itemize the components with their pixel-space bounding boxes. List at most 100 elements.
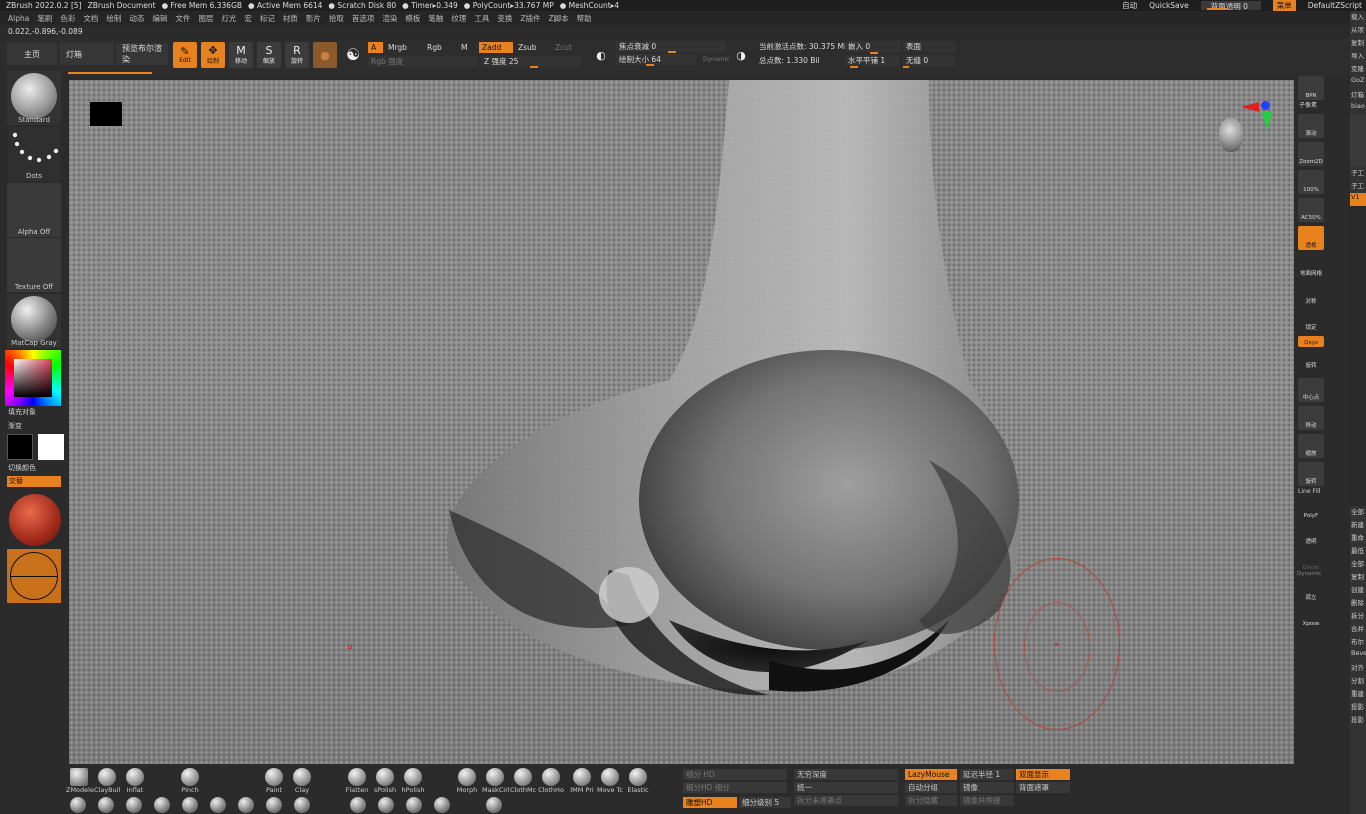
zcut-button[interactable]: Zcut (552, 42, 575, 53)
brush-row2-icon[interactable] (210, 797, 226, 813)
menu-brush[interactable]: 笔刷 (37, 13, 52, 24)
material-swatch-button[interactable]: ● (313, 42, 337, 68)
brush-move-topological[interactable]: Move Tc (597, 768, 623, 794)
brush-flatten[interactable]: Flatten (344, 768, 370, 794)
alternate-button[interactable]: 交替 (7, 476, 61, 487)
subtool-header[interactable]: 子工 (1350, 167, 1366, 180)
brush-inflate[interactable]: Inflat (122, 768, 148, 794)
scale-button[interactable]: S 缩放 (257, 42, 281, 68)
brush-hpolish[interactable]: hPolish (400, 768, 426, 794)
gradient-label[interactable]: 渐变 (8, 421, 22, 431)
menu-draw[interactable]: 绘制 (106, 13, 121, 24)
tool-lightbox[interactable]: 灯箱 (1350, 89, 1366, 102)
brush-row2-icon[interactable] (70, 797, 86, 813)
dynamic-view-label[interactable]: Dynamic (1297, 571, 1321, 577)
tool-goz[interactable]: GoZ (1350, 76, 1366, 89)
brush-row2-icon[interactable] (154, 797, 170, 813)
brush-slot[interactable]: Standard (7, 71, 61, 125)
m-button[interactable]: M (458, 42, 470, 53)
ghost-button[interactable]: Ghost (1298, 548, 1324, 572)
subtool-align[interactable]: 对齐 (1350, 662, 1366, 675)
dynamic-button[interactable]: Dynamic (700, 54, 732, 65)
brush-clay[interactable]: Clay (289, 768, 315, 794)
brush-imm-primitives[interactable]: IMM Pri (569, 768, 595, 794)
menu-zplugin[interactable]: Z插件 (520, 13, 540, 24)
brush-row2-icon[interactable] (350, 797, 366, 813)
center-point-button[interactable]: 中心点 (1298, 378, 1324, 402)
subtool-all-2[interactable]: 全部 (1350, 558, 1366, 571)
qxyz-button[interactable]: Qxyz (1298, 336, 1324, 347)
subdiv-level-slider[interactable]: 细分级别 5 (739, 797, 791, 808)
surface-button[interactable]: 表面 (903, 41, 955, 52)
rotate-button[interactable]: R 旋转 (285, 42, 309, 68)
menu-transform[interactable]: 变换 (497, 13, 512, 24)
auto-group-button[interactable]: 自动分组 (905, 782, 957, 793)
lazy-radius-slider[interactable]: 延迟半径 1 (960, 769, 1014, 780)
subtool-project[interactable]: 投影 (1350, 701, 1366, 714)
subtool-split[interactable]: 拆分 (1350, 610, 1366, 623)
subtool-rename[interactable]: 重命 (1350, 532, 1366, 545)
subtool-lowest[interactable]: 最低 (1350, 545, 1366, 558)
rgb-button[interactable]: Rgb (424, 42, 445, 53)
brush-row2-icon[interactable] (266, 797, 282, 813)
subtool-create[interactable]: 创建 (1350, 584, 1366, 597)
stroke-slot[interactable]: Dots (7, 127, 61, 181)
bg-opacity-slider[interactable]: 背面透明 0 (1200, 1, 1261, 11)
line-fill-label[interactable]: Line Fill (1298, 488, 1320, 495)
rotate-axis-button[interactable]: 旋转 (1298, 352, 1324, 370)
brush-row2-icon[interactable] (434, 797, 450, 813)
tab-lightbox[interactable]: 灯箱 (60, 43, 114, 65)
menu-material[interactable]: 材质 (283, 13, 298, 24)
subtool-distribute[interactable]: 分割 (1350, 675, 1366, 688)
tab-bpr-preview[interactable]: 预览布尔渲染 (116, 43, 168, 65)
axis-gizmo[interactable] (1241, 98, 1272, 132)
secondary-color-swatch[interactable] (38, 434, 64, 460)
menu-preferences[interactable]: 首选项 (352, 13, 375, 24)
polyframe-button[interactable]: PolyF (1298, 496, 1324, 520)
transparent-button[interactable]: 透明 (1298, 522, 1324, 546)
brush-clothhook[interactable]: ClothHo (538, 768, 564, 794)
menu-button[interactable]: 菜单 (1272, 0, 1296, 11)
tool-from-project[interactable]: 从项 (1350, 24, 1366, 37)
zsub-button[interactable]: Zsub (515, 42, 540, 53)
brush-claybuildup[interactable]: ClayBuil (94, 768, 120, 794)
menu-stencil[interactable]: 模板 (405, 13, 420, 24)
material-slot[interactable]: MatCap Gray (7, 294, 61, 348)
brush-row2-icon[interactable] (486, 797, 502, 813)
subpixel-label[interactable]: 子像素 (1299, 100, 1317, 109)
subtool-v1[interactable]: V1 (1350, 193, 1366, 206)
draw-size-slider[interactable]: 绘制大小 64 (616, 54, 696, 65)
menu-layer[interactable]: 图层 (198, 13, 213, 24)
menu-stroke[interactable]: 笔触 (428, 13, 443, 24)
zadd-button[interactable]: Zadd (479, 42, 513, 53)
fill-object-label[interactable]: 填充对象 (8, 407, 36, 417)
menu-texture[interactable]: 纹理 (451, 13, 466, 24)
horizontal-tile-slider[interactable]: 水平平铺 1 (845, 55, 900, 66)
brush-morph[interactable]: Morph (454, 768, 480, 794)
brush-row2-icon[interactable] (238, 797, 254, 813)
symmetry-button[interactable]: 对称 (1298, 282, 1324, 306)
menu-file[interactable]: 文件 (175, 13, 190, 24)
lock-button[interactable]: 锁定 (1298, 308, 1324, 332)
color-picker[interactable] (5, 350, 61, 406)
brush-row2-icon[interactable] (126, 797, 142, 813)
scale-view-button[interactable]: 缩放 (1298, 434, 1324, 458)
color-square[interactable] (14, 359, 52, 397)
brush-pinch[interactable]: Pinch (177, 768, 203, 794)
subtool-new[interactable]: 新建 (1350, 519, 1366, 532)
tool-clone[interactable]: 克隆 (1350, 63, 1366, 76)
rotate-view-button[interactable]: 旋转 (1298, 462, 1324, 486)
main-color-swatch[interactable] (7, 434, 33, 460)
tool-import[interactable]: 导入 (1350, 50, 1366, 63)
brush-row2-icon[interactable] (182, 797, 198, 813)
zoom2d-button[interactable]: Zoom2D (1298, 142, 1324, 166)
brush-row2-icon[interactable] (98, 797, 114, 813)
lazymouse-button[interactable]: LazyMouse (905, 769, 957, 780)
tab-home[interactable]: 主页 (7, 43, 57, 65)
back-mask-button[interactable]: 背面遮罩 (1016, 782, 1070, 793)
seamless-slider[interactable]: 无缝 0 (903, 55, 955, 66)
brush-row2-icon[interactable] (378, 797, 394, 813)
scroll-button[interactable]: 滚动 (1298, 114, 1324, 138)
default-script-button[interactable]: DefaultZScript (1308, 1, 1362, 10)
gyro-widget[interactable] (7, 549, 61, 603)
